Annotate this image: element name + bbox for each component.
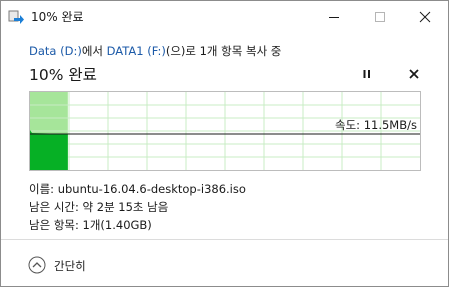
- destination-drive-link[interactable]: DATA1 (F:): [107, 44, 166, 58]
- minimize-button[interactable]: [311, 1, 357, 32]
- maximize-icon: [375, 12, 385, 22]
- source-drive-link[interactable]: Data (D:): [29, 44, 82, 58]
- footer-divider: [1, 239, 448, 240]
- maximize-button[interactable]: [357, 1, 403, 32]
- items-remaining-value: 1개(1.40GB): [82, 218, 152, 232]
- file-name-row: 이름: ubuntu-16.04.6-desktop-i386.iso: [29, 181, 246, 197]
- pause-button[interactable]: [358, 65, 376, 83]
- title-bar[interactable]: 10% 완료: [1, 1, 448, 32]
- file-name-label: 이름:: [29, 182, 55, 196]
- file-copy-dialog: 10% 완료 Data (D:)에서 DATA1 (F:)(으)로 1개 항목 …: [0, 0, 449, 287]
- speed-area: [30, 130, 68, 170]
- between-text: 에서: [81, 44, 107, 58]
- chevron-up-icon: [28, 256, 46, 274]
- cancel-copy-button[interactable]: [405, 65, 423, 83]
- transfer-speed-graph: 속도: 11.5MB/s: [29, 91, 421, 171]
- fewer-details-button[interactable]: 간단히: [28, 256, 118, 276]
- copy-arrow-icon: [8, 9, 24, 25]
- copy-status-text: (으)로 1개 항목 복사 중: [165, 44, 282, 58]
- progress-heading: 10% 완료: [29, 66, 97, 84]
- items-remaining-label: 남은 항목:: [29, 218, 79, 232]
- close-icon: [419, 11, 431, 23]
- window-title: 10% 완료: [31, 10, 84, 24]
- copy-description: Data (D:)에서 DATA1 (F:)(으)로 1개 항목 복사 중: [29, 43, 281, 59]
- items-remaining-row: 남은 항목: 1개(1.40GB): [29, 217, 152, 233]
- time-remaining-row: 남은 시간: 약 2분 15초 남음: [29, 199, 168, 215]
- file-name-value: ubuntu-16.04.6-desktop-i386.iso: [57, 182, 246, 196]
- time-remaining-value: 약 2분 15초 남음: [82, 200, 169, 214]
- time-remaining-label: 남은 시간:: [29, 200, 79, 214]
- close-icon: [409, 69, 419, 79]
- pause-icon: [363, 70, 370, 78]
- minimize-icon: [329, 17, 339, 18]
- close-window-button[interactable]: [402, 1, 448, 32]
- speed-label: 속도: 11.5MB/s: [335, 118, 417, 132]
- fewer-details-label: 간단히: [54, 259, 86, 273]
